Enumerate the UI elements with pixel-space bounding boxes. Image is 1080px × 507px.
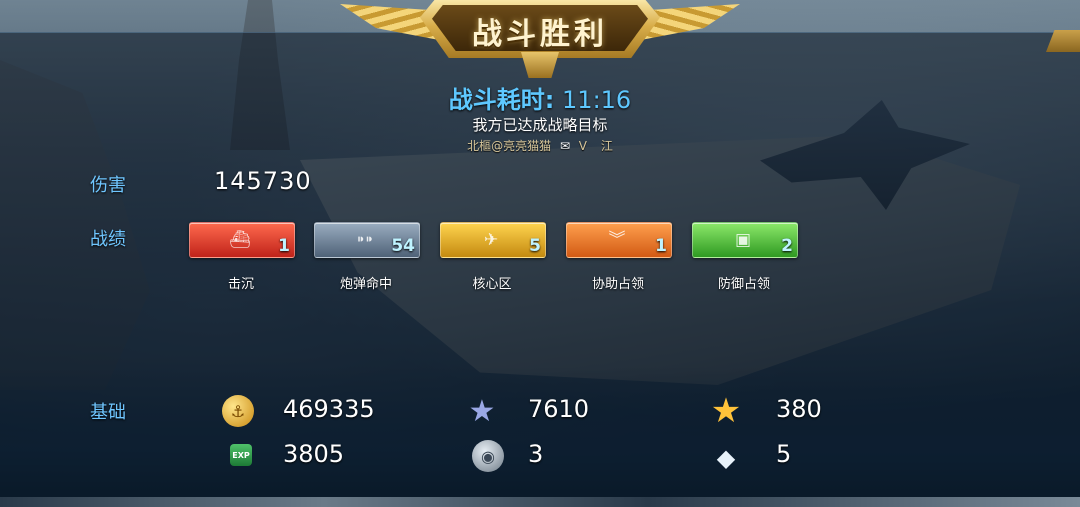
shell-icon: ⁍⁍ [356, 230, 374, 250]
carrier-icon: ⛴ [229, 230, 251, 250]
player-rank: V [578, 139, 588, 153]
merit-value: 7610 [528, 395, 590, 423]
victory-banner: 战斗胜利 [340, 0, 740, 80]
defend-capture-badge: ▣ 2 [692, 222, 798, 258]
gold-value: 469335 [283, 395, 375, 423]
exp-icon: EXP [230, 444, 252, 466]
rank-star-icon: ★ [710, 391, 742, 431]
defend-capture-count: 2 [781, 236, 793, 256]
bottom-strip [0, 497, 1080, 507]
player-info: 北樞@亮亮猫猫 ✉ V 江 [0, 137, 1080, 154]
player-name: 北樞@亮亮猫猫 [467, 139, 552, 153]
diamond-icon: ◆ [716, 444, 736, 472]
exp-value: 3805 [283, 440, 345, 468]
core-zone-count: 5 [529, 236, 541, 256]
chat-bubble-icon: ✉ [559, 139, 570, 153]
core-zone-badge: ✈ 5 [440, 222, 546, 258]
defend-capture-icon: ▣ [734, 230, 752, 250]
defend-capture-caption: 防御占领 [717, 277, 770, 292]
merit-star-icon: ★ [468, 393, 496, 429]
battle-duration: 战斗耗时: 11:16 [0, 80, 1080, 115]
core-zone-caption: 核心区 [472, 277, 512, 292]
basic-label: 基础 [90, 402, 126, 423]
silver-coin-icon: ◉ [472, 440, 504, 472]
shell-hit-badge: ⁍⁍ 54 [314, 222, 420, 258]
diamond-value: 5 [776, 440, 792, 468]
assist-capture-caption: 协助占领 [591, 277, 644, 292]
damage-label: 伤害 [90, 175, 126, 196]
victory-title: 战斗胜利 [472, 17, 608, 52]
shell-hit-count: 54 [391, 236, 415, 256]
record-label: 战绩 [90, 229, 126, 250]
core-zone-icon: ✈ [483, 230, 499, 250]
assist-capture-icon: ︾ [608, 230, 626, 250]
rank-points-value: 380 [776, 395, 822, 423]
duration-value: 11:16 [562, 86, 632, 114]
silver-coin-value: 3 [528, 440, 544, 468]
assist-capture-count: 1 [655, 236, 667, 256]
sink-caption: 击沉 [227, 277, 254, 292]
damage-value: 145730 [214, 167, 312, 195]
sink-count: 1 [278, 236, 290, 256]
player-server: 江 [600, 139, 613, 153]
objective-text: 我方已达成战略目标 [472, 116, 608, 134]
assist-capture-badge: ︾ 1 [566, 222, 672, 258]
sink-badge: ⛴ 1 [189, 222, 295, 258]
gold-coin-icon: ⚓ [222, 395, 254, 427]
duration-label: 战斗耗时: [448, 86, 555, 114]
anchor-icon [521, 52, 559, 78]
shell-hit-caption: 炮弹命中 [339, 277, 392, 292]
